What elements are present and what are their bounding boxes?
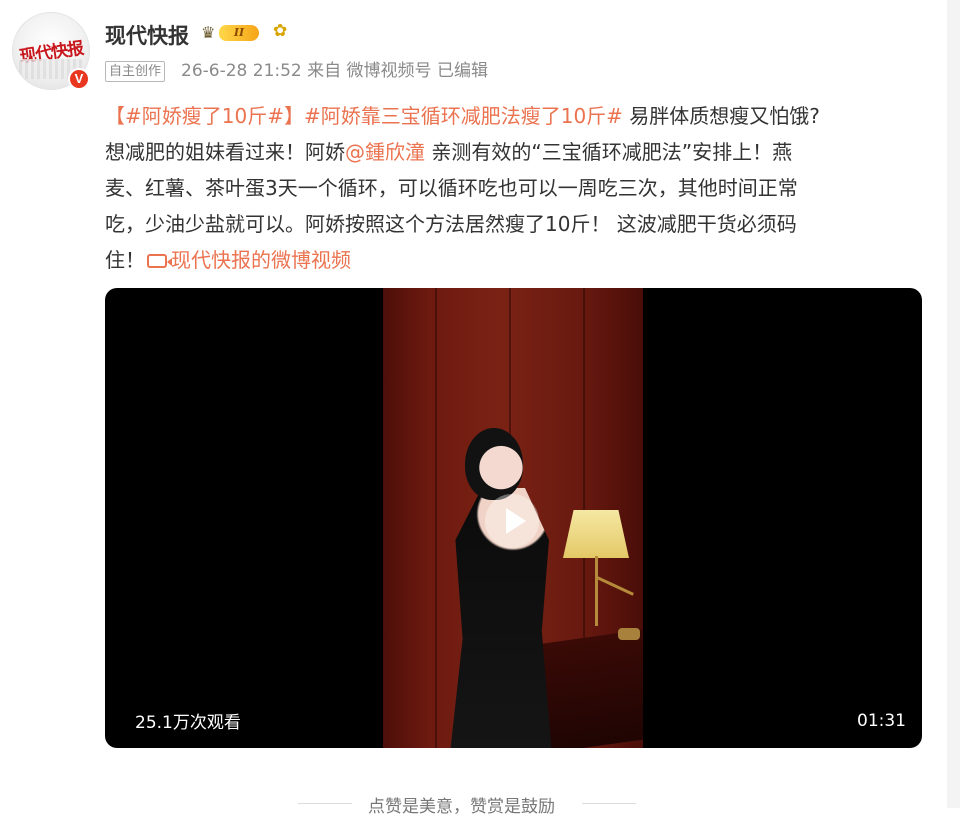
post-text-segment: 想减肥的姐妹看过来！阿娇 bbox=[105, 140, 345, 164]
post-time-source[interactable]: 26-6-28 21:52 来自 微博视频号 已编辑 bbox=[181, 60, 488, 82]
reward-footer: 点赞是美意，赞赏是鼓励 bbox=[0, 786, 947, 817]
play-icon bbox=[506, 508, 526, 534]
video-link-label: 现代快报的微博视频 bbox=[171, 248, 351, 272]
original-tag: 自主创作 bbox=[105, 61, 166, 82]
divider bbox=[298, 803, 352, 804]
level-pill: II bbox=[219, 25, 259, 41]
post-line-4: 吃，少油少盐就可以。阿娇按照这个方法居然瘦了10斤！ 这波减肥干货必须码 bbox=[105, 212, 797, 236]
lamp-arm bbox=[596, 576, 634, 596]
reward-text: 点赞是美意，赞赏是鼓励 bbox=[368, 797, 555, 817]
post-line-3: 麦、红薯、茶叶蛋3天一个循环，可以循环吃也可以一周吃三次，其他时间正常 bbox=[105, 176, 798, 200]
post-line-2: 想减肥的姐妹看过来！阿娇@鍾欣潼 亲测有效的“三宝循环减肥法”安排上！燕 bbox=[105, 134, 792, 170]
play-button[interactable] bbox=[485, 494, 539, 548]
verified-icon: V bbox=[68, 68, 90, 90]
lamp-arm bbox=[595, 556, 598, 626]
topic-link-2[interactable]: #阿娇靠三宝循环减肥法瘦了10斤# bbox=[304, 104, 623, 128]
post-line-1: 【#阿娇瘦了10斤#】#阿娇靠三宝循环减肥法瘦了10斤# 易胖体质想瘦又怕饿? bbox=[105, 98, 820, 134]
lamp-base bbox=[618, 628, 640, 640]
person-head bbox=[465, 428, 523, 500]
lamp-shade bbox=[563, 510, 629, 558]
video-player[interactable]: 25.1万次观看 01:31 bbox=[105, 288, 922, 748]
post-line-5: 住！ 现代快报的微博视频 bbox=[105, 242, 351, 278]
author-avatar[interactable]: 现代快报 V bbox=[12, 12, 90, 90]
video-link[interactable]: 现代快报的微博视频 bbox=[145, 248, 351, 272]
topic-link-1[interactable]: 【#阿娇瘦了10斤#】 bbox=[105, 104, 304, 128]
wall-panel bbox=[435, 288, 437, 748]
weibo-post-card: 现代快报 V 现代快报 ♛ II ✿ 自主创作 26-6-28 21:52 来自… bbox=[0, 0, 947, 817]
video-camera-icon bbox=[147, 254, 172, 268]
sunflower-icon[interactable]: ✿ bbox=[273, 21, 287, 41]
scrollbar[interactable] bbox=[947, 0, 960, 808]
crown-icon: ♛ bbox=[201, 23, 216, 42]
post-text-segment: 易胖体质想瘦又怕饿? bbox=[622, 104, 820, 128]
author-name[interactable]: 现代快报 bbox=[105, 20, 189, 50]
view-count: 25.1万次观看 bbox=[135, 713, 241, 733]
post-text-segment: 住！ bbox=[105, 248, 145, 272]
divider bbox=[582, 803, 636, 804]
mention-link[interactable]: @鍾欣潼 bbox=[345, 140, 425, 164]
post-text-segment: 亲测有效的“三宝循环减肥法”安排上！燕 bbox=[425, 140, 793, 164]
video-duration: 01:31 bbox=[857, 711, 906, 731]
level-badge[interactable]: ♛ II bbox=[201, 22, 261, 44]
